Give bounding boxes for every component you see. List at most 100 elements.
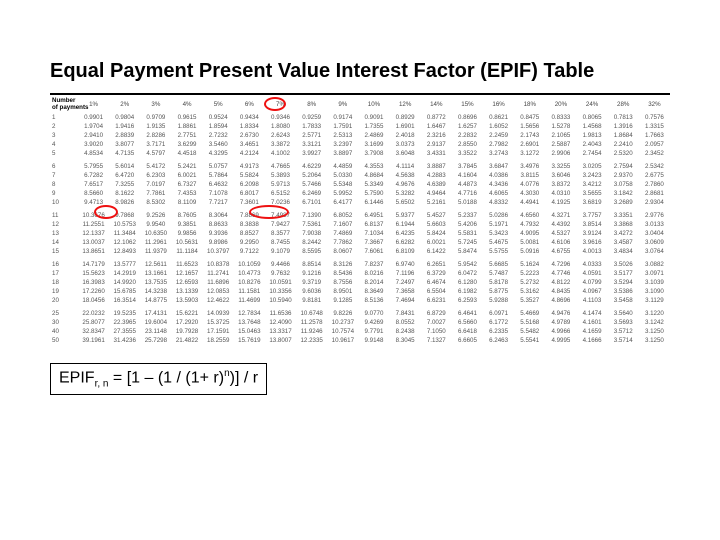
cell-value: 4.5638 xyxy=(390,171,421,180)
cell-value: 7.1034 xyxy=(358,229,389,238)
cell-value: 3.5693 xyxy=(608,318,639,327)
table-body: 10.99010.98040.97090.96150.95240.94340.9… xyxy=(50,113,670,345)
cell-value: 8.1622 xyxy=(109,189,140,198)
cell-value: 3.0882 xyxy=(639,256,670,269)
col-header-rate: 15% xyxy=(452,95,483,113)
cell-value: 5.3282 xyxy=(390,189,421,198)
cell-value: 0.8929 xyxy=(390,113,421,122)
col-header-rate: 12% xyxy=(390,95,421,113)
cell-value: 4.6755 xyxy=(545,247,576,256)
cell-value: 4.9676 xyxy=(390,180,421,189)
cell-n: 15 xyxy=(50,247,78,256)
cell-value: 8.0607 xyxy=(327,247,358,256)
cell-value: 4.1114 xyxy=(390,158,421,171)
cell-value: 5.6685 xyxy=(483,256,514,269)
table-row: 4032.834727.355523.114819.792817.159115.… xyxy=(50,327,670,336)
cell-value: 4.7932 xyxy=(514,220,545,229)
cell-value: 11.6896 xyxy=(203,278,234,287)
cell-value: 7.0236 xyxy=(265,198,296,207)
cell-value: 8.3649 xyxy=(358,287,389,296)
cell-value: 22.0232 xyxy=(78,305,109,318)
cell-value: 0.9524 xyxy=(203,113,234,122)
cell-value: 2.9776 xyxy=(639,207,670,220)
cell-value: 2.1743 xyxy=(514,131,545,140)
cell-value: 13.7648 xyxy=(234,318,265,327)
cell-value: 3.3868 xyxy=(608,220,639,229)
cell-value: 5.9952 xyxy=(327,189,358,198)
cell-value: 9.7122 xyxy=(234,247,265,256)
cell-value: 3.0758 xyxy=(608,180,639,189)
cell-value: 1.9135 xyxy=(140,122,171,131)
cell-value: 10.8276 xyxy=(234,278,265,287)
cell-value: 4.6389 xyxy=(421,180,452,189)
cell-value: 5.0757 xyxy=(203,158,234,171)
cell-value: 4.7296 xyxy=(545,256,576,269)
cell-value: 13.1661 xyxy=(140,269,171,278)
cell-value: 2.7454 xyxy=(577,149,608,158)
cell-n: 17 xyxy=(50,269,78,278)
cell-value: 4.4941 xyxy=(514,198,545,207)
cell-value: 3.5294 xyxy=(608,278,639,287)
cell-value: 5.3893 xyxy=(265,171,296,180)
cell-value: 2.5771 xyxy=(296,131,327,140)
cell-value: 1.9416 xyxy=(109,122,140,131)
table-row: 2018.045616.351414.877513.590312.462211.… xyxy=(50,296,670,305)
cell-value: 3.5177 xyxy=(608,269,639,278)
cell-value: 3.1090 xyxy=(639,287,670,296)
cell-value: 2.5320 xyxy=(608,149,639,158)
cell-value: 3.4834 xyxy=(608,247,639,256)
table-row: 3025.807722.396519.600417.292015.372513.… xyxy=(50,318,670,327)
cell-value: 7.5361 xyxy=(296,220,327,229)
cell-value: 31.4236 xyxy=(109,336,140,345)
cell-value: 6.3729 xyxy=(421,269,452,278)
cell-value: 2.7751 xyxy=(171,131,202,140)
cell-value: 9.2950 xyxy=(234,238,265,247)
cell-value: 5.9288 xyxy=(483,296,514,305)
cell-value: 10.9617 xyxy=(327,336,358,345)
cell-value: 7.3601 xyxy=(234,198,265,207)
cell-value: 4.9173 xyxy=(234,158,265,171)
cell-value: 18.0456 xyxy=(78,296,109,305)
col-header-rate: 10% xyxy=(358,95,389,113)
cell-value: 4.0799 xyxy=(577,278,608,287)
cell-value: 0.9091 xyxy=(358,113,389,122)
cell-value: 11.3484 xyxy=(109,229,140,238)
cell-value: 4.3553 xyxy=(358,158,389,171)
cell-value: 8.7556 xyxy=(327,278,358,287)
col-header-rate: 9% xyxy=(327,95,358,113)
col-header-rate: 3% xyxy=(140,95,171,113)
cell-value: 9.3851 xyxy=(171,220,202,229)
cell-value: 8.8633 xyxy=(203,220,234,229)
table-row: 10.99010.98040.97090.96150.95240.94340.9… xyxy=(50,113,670,122)
cell-value: 1.8861 xyxy=(171,122,202,131)
cell-value: 5.8178 xyxy=(483,278,514,287)
cell-value: 1.6052 xyxy=(483,122,514,131)
cell-value: 15.6785 xyxy=(109,287,140,296)
cell-value: 7.0197 xyxy=(140,180,171,189)
cell-value: 3.3255 xyxy=(545,158,576,171)
cell-value: 3.4331 xyxy=(421,149,452,158)
cell-value: 11.2961 xyxy=(140,238,171,247)
col-header-rate: 24% xyxy=(577,95,608,113)
cell-value: 3.5655 xyxy=(577,189,608,198)
cell-value: 15.3725 xyxy=(203,318,234,327)
cell-value: 3.0373 xyxy=(390,140,421,149)
cell-value: 8.5436 xyxy=(327,269,358,278)
cell-n: 18 xyxy=(50,278,78,287)
cell-value: 3.6847 xyxy=(483,158,514,171)
cell-value: 3.3522 xyxy=(452,149,483,158)
cell-value: 6.2463 xyxy=(483,336,514,345)
cell-value: 3.0404 xyxy=(639,229,670,238)
cell-value: 5.1971 xyxy=(483,220,514,229)
cell-value: 4.0310 xyxy=(545,189,576,198)
cell-n: 12 xyxy=(50,220,78,229)
cell-value: 11.1184 xyxy=(171,247,202,256)
cell-value: 39.1961 xyxy=(78,336,109,345)
cell-value: 1.3916 xyxy=(608,122,639,131)
cell-value: 12.2335 xyxy=(296,336,327,345)
cell-value: 2.5313 xyxy=(327,131,358,140)
cell-value: 14.3238 xyxy=(140,287,171,296)
cell-value: 19.6004 xyxy=(140,318,171,327)
cell-value: 9.4466 xyxy=(265,256,296,269)
cell-value: 9.3936 xyxy=(203,229,234,238)
